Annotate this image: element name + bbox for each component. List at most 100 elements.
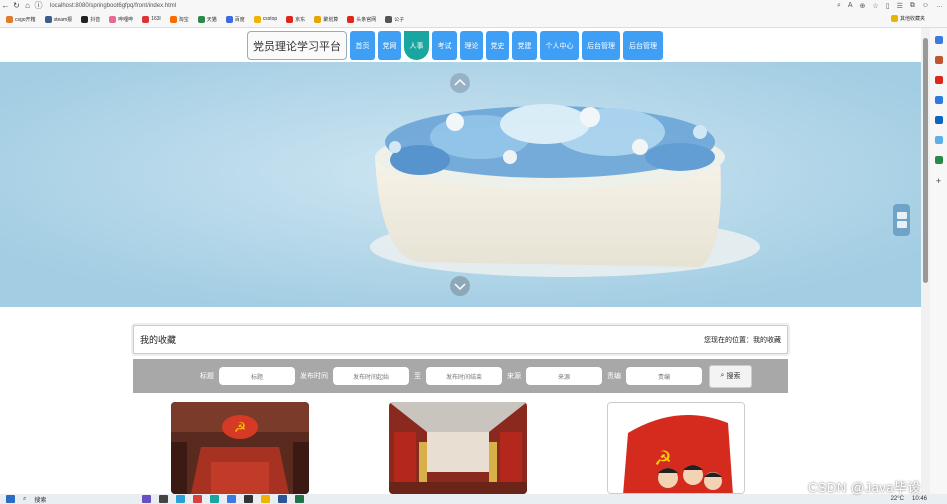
bookmark-label: 百度: [234, 16, 245, 23]
app-icon[interactable]: [227, 495, 237, 503]
collection-card[interactable]: ☭: [607, 402, 745, 494]
collections-icon[interactable]: ⧉: [910, 2, 915, 10]
collection-card[interactable]: ☭: [171, 402, 309, 494]
favorites-folder[interactable]: 其他收藏夹: [890, 15, 925, 22]
scrollbar-thumb[interactable]: [923, 38, 928, 283]
app-icon[interactable]: [295, 495, 305, 503]
page-content: 党员理论学习平台 首页 党网 人事 考试 理论 党史 党建 个人中心 后台管理 后台管理: [0, 28, 921, 494]
bookmark-label: csgo开箱: [15, 16, 36, 23]
app-icon[interactable]: [278, 495, 288, 503]
nav-item[interactable]: 后台管理: [582, 31, 620, 60]
bookmark-favicon-icon: [347, 15, 355, 23]
bookmark-item[interactable]: 聚划算: [314, 15, 339, 23]
app-icon[interactable]: [142, 495, 152, 503]
editor-label: 责编: [607, 373, 621, 380]
profile-icon[interactable]: ☺: [922, 2, 929, 9]
date-end-input[interactable]: 发布时间结束: [426, 367, 502, 385]
banner-indicator[interactable]: [893, 204, 910, 236]
favorites-list-icon[interactable]: ☰: [897, 2, 903, 10]
nav-item[interactable]: 党网: [378, 31, 401, 60]
date-start-input[interactable]: 发布时间起始: [333, 367, 409, 385]
bookmark-label: 头条官网: [356, 16, 377, 23]
svg-text:☭: ☭: [654, 446, 672, 470]
zoom-icon[interactable]: ⊕: [860, 2, 866, 10]
svg-text:☭: ☭: [234, 420, 247, 436]
search-button[interactable]: ⌕ 搜索: [709, 364, 752, 388]
card-image: ☭: [171, 402, 309, 494]
nav-item[interactable]: 党建: [512, 31, 537, 60]
app-icon[interactable]: [159, 495, 169, 503]
site-brand[interactable]: 党员理论学习平台: [247, 31, 347, 60]
back-icon[interactable]: ←: [0, 0, 11, 11]
app-icon[interactable]: [261, 495, 271, 503]
refresh-icon[interactable]: ↻: [11, 0, 22, 11]
read-aloud-icon[interactable]: ⌕: [837, 2, 841, 10]
taskbar-search-icon[interactable]: ⌕: [23, 496, 26, 503]
collection-card[interactable]: [389, 402, 527, 494]
games-icon[interactable]: [934, 96, 943, 104]
info-icon[interactable]: ⓘ: [33, 0, 44, 11]
editor-input[interactable]: 责编: [626, 367, 702, 385]
copilot-icon[interactable]: [934, 36, 943, 44]
browser-sidebar: +: [930, 28, 947, 494]
favorite-icon[interactable]: ☆: [872, 2, 878, 10]
tree-icon[interactable]: [934, 156, 943, 164]
nav-item[interactable]: 人事: [404, 31, 429, 60]
browser-right-icons: ⌕ A ⊕ ☆ ▯ ☰ ⧉ ☺ …: [837, 0, 943, 11]
banner-carousel: [0, 62, 921, 307]
bookmark-item[interactable]: 京东: [286, 15, 306, 23]
app-icon[interactable]: [176, 495, 186, 503]
add-icon[interactable]: +: [936, 176, 941, 186]
app-icon[interactable]: [210, 495, 220, 503]
bookmark-item[interactable]: csgo开箱: [6, 15, 36, 23]
search-button-label: 搜索: [726, 373, 741, 380]
collection-header-panel: 我的收藏 您现在的位置：我的收藏: [133, 325, 788, 354]
bookmark-item[interactable]: csstop: [253, 15, 277, 23]
banner-image: [0, 62, 921, 307]
shopping-icon[interactable]: [934, 56, 943, 64]
card-image: [389, 402, 527, 494]
address-bar[interactable]: localhost:8080/springboot6gfpq/front/ind…: [50, 3, 176, 9]
tools-icon[interactable]: [934, 76, 943, 84]
nav-item[interactable]: 理论: [460, 31, 483, 60]
nav-item[interactable]: 首页: [350, 31, 375, 60]
weather-text[interactable]: 22°C: [891, 496, 904, 502]
bookmark-favicon-icon: [197, 15, 205, 23]
bookmark-item[interactable]: 哔哩哔: [109, 15, 133, 23]
nav-item[interactable]: 党史: [486, 31, 509, 60]
nav-item[interactable]: 个人中心: [540, 31, 579, 60]
bookmark-item[interactable]: 163l: [142, 15, 161, 23]
title-input[interactable]: 标题: [219, 367, 295, 385]
taskbar-search-label[interactable]: 搜索: [34, 495, 46, 504]
bookmark-favicon-icon: [225, 15, 233, 23]
nav-item[interactable]: 后台管理: [623, 31, 663, 60]
text-size-icon[interactable]: A: [848, 2, 853, 9]
bookmark-label: 京东: [295, 16, 306, 23]
clock-text[interactable]: 10:46: [912, 496, 927, 502]
title-label: 标题: [200, 373, 214, 380]
bookmark-item[interactable]: 淘宝: [169, 15, 189, 23]
bookmark-item[interactable]: 公子: [385, 15, 404, 23]
bookmark-item[interactable]: 百度: [225, 15, 245, 23]
outlook-icon[interactable]: [934, 116, 943, 124]
watermark: CSDN @Java毕设: [808, 480, 922, 495]
card-image: ☭: [608, 403, 744, 493]
page-scrollbar[interactable]: [921, 28, 930, 494]
bookmark-item[interactable]: 抖音: [81, 15, 100, 23]
app-icon[interactable]: [244, 495, 254, 503]
bookmark-label: 聚划算: [323, 16, 339, 23]
bookmark-item[interactable]: 天猫: [197, 15, 217, 23]
bookmark-label: 淘宝: [178, 16, 189, 23]
source-input[interactable]: 来源: [526, 367, 602, 385]
search-form: 标题 标题 发布时间 发布时间起始 至 发布时间结束 来源 来源 责编 责编 ⌕…: [133, 359, 788, 393]
more-icon[interactable]: …: [936, 2, 943, 9]
split-icon[interactable]: ▯: [886, 2, 890, 10]
bookmark-favicon-icon: [44, 15, 52, 23]
drop-icon[interactable]: [934, 136, 943, 144]
windows-start-icon[interactable]: [6, 495, 15, 503]
bookmark-item[interactable]: steam报: [44, 15, 72, 23]
home-icon[interactable]: ⌂: [22, 0, 33, 11]
nav-item[interactable]: 考试: [432, 31, 457, 60]
bookmark-item[interactable]: 头条官网: [347, 15, 377, 23]
app-icon[interactable]: [193, 495, 203, 503]
